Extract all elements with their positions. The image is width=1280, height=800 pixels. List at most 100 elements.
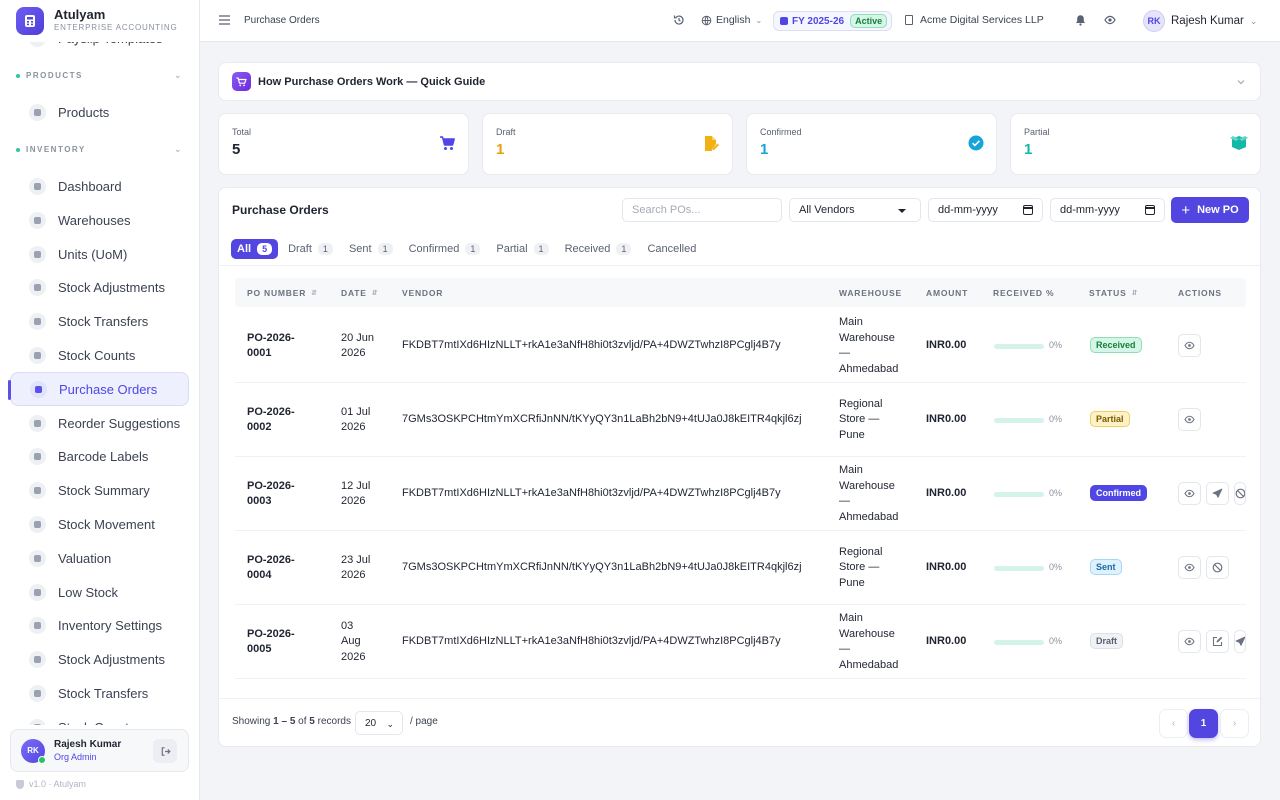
chart-icon <box>29 482 46 500</box>
shield-icon <box>16 779 24 789</box>
sidebar-item-purchase-orders[interactable]: Purchase Orders <box>8 372 189 407</box>
po-number-line: 0002 <box>247 421 272 433</box>
received-percent: 0% <box>1049 414 1063 424</box>
sort-icon: ⇵ <box>371 290 379 297</box>
warehouse-line: Store — <box>839 413 880 426</box>
action-cancel-button[interactable] <box>1234 482 1246 505</box>
plus-icon: + <box>1181 201 1191 219</box>
search-input[interactable]: Search POs... <box>622 198 782 222</box>
prev-page-button[interactable]: ‹ <box>1159 709 1188 738</box>
sidebar-item-stock-counts[interactable]: Stock Counts <box>10 710 189 725</box>
column-header-status[interactable]: STATUS ⇵ <box>1089 288 1138 298</box>
stat-value: 5 <box>232 141 241 158</box>
sidebar-item-stock-adjustments[interactable]: Stock Adjustments <box>10 643 189 677</box>
received-percent: 0% <box>1049 636 1063 646</box>
tab-all[interactable]: All 5 <box>231 239 279 259</box>
nav-section-products[interactable]: PRODUCTS ⌄ <box>0 56 199 96</box>
amount: INR0.00 <box>926 561 967 573</box>
tab-sent[interactable]: Sent 1 <box>343 239 399 259</box>
action-send-button[interactable] <box>1234 630 1246 653</box>
new-po-button[interactable]: + New PO <box>1171 197 1249 223</box>
quick-guide-panel[interactable]: How Purchase Orders Work — Quick Guide <box>218 62 1261 101</box>
sidebar-item-payslip-templates[interactable]: Payslip Templates <box>10 42 189 56</box>
sliders-icon <box>29 651 46 669</box>
next-page-button[interactable]: › <box>1220 709 1249 738</box>
sidebar-item-label: Stock Adjustments <box>58 280 165 296</box>
action-edit-button[interactable] <box>1206 630 1229 653</box>
globe-icon <box>701 15 712 25</box>
action-eye-button[interactable] <box>1178 334 1201 357</box>
table-row[interactable]: PO-2026- 0005 03 Aug 2026 FKDBT7mtIXd6HIzNLLT… <box>235 605 1246 679</box>
po-number-line: PO-2026- <box>247 331 295 344</box>
history-icon <box>673 15 684 25</box>
action-eye-button[interactable] <box>1178 408 1201 431</box>
fiscal-year-selector[interactable]: FY 2025-26 Active <box>773 11 893 31</box>
sidebar-item-stock-movement[interactable]: Stock Movement <box>10 508 189 542</box>
stat-card-partial: Partial 1 <box>1010 113 1261 175</box>
page-size-label: / page <box>410 716 438 727</box>
sidebar-item-products[interactable]: Products <box>10 96 189 130</box>
sidebar-item-stock-transfers[interactable]: Stock Transfers <box>10 677 189 711</box>
stat-card-confirmed: Confirmed 1 <box>746 113 997 175</box>
cycle-icon <box>29 515 46 533</box>
sidebar-item-stock-adjustments[interactable]: Stock Adjustments <box>10 271 189 305</box>
caret-down-icon <box>898 209 906 213</box>
preview-button[interactable] <box>1104 15 1116 25</box>
date-to-input[interactable]: dd-mm-yyyy <box>1050 198 1165 222</box>
action-cancel-button[interactable] <box>1206 556 1229 579</box>
column-header-date[interactable]: DATE ⇵ <box>341 288 378 298</box>
column-header-po-number[interactable]: PO NUMBER ⇵ <box>247 288 318 298</box>
po-number: PO-2026- 0002 <box>247 405 295 436</box>
sidebar-item-reorder-suggestions[interactable]: Reorder Suggestions <box>10 406 189 440</box>
column-label: WAREHOUSE <box>839 288 902 298</box>
date-from-input[interactable]: dd-mm-yyyy <box>928 198 1043 222</box>
tab-cancelled[interactable]: Cancelled <box>641 239 702 259</box>
company-selector[interactable]: Acme Digital Services LLP <box>905 14 1044 26</box>
new-po-label: New PO <box>1197 204 1239 216</box>
sidebar-item-valuation[interactable]: Valuation <box>10 541 189 575</box>
table-row[interactable]: PO-2026- 0002 01 Jul 2026 7GMs3OSKPCHtmYmXCR… <box>235 383 1246 457</box>
sidebar-item-dashboard[interactable]: Dashboard <box>10 170 189 204</box>
page-button-current[interactable]: 1 <box>1189 709 1218 738</box>
sidebar-item-stock-summary[interactable]: Stock Summary <box>10 474 189 508</box>
version-text: v1.0 · Atulyam <box>29 779 87 789</box>
menu-toggle-button[interactable] <box>219 15 230 25</box>
sidebar-item-barcode-labels[interactable]: Barcode Labels <box>10 440 189 474</box>
logout-icon <box>161 746 171 756</box>
sidebar-item-warehouses[interactable]: Warehouses <box>10 203 189 237</box>
tab-partial[interactable]: Partial 1 <box>490 239 554 259</box>
sidebar-nav[interactable]: Payslip Templates PRODUCTS ⌄ Products INVENT… <box>0 42 199 725</box>
action-eye-button[interactable] <box>1178 482 1201 505</box>
date-to-value: dd-mm-yyyy <box>1060 204 1120 216</box>
sidebar-item-stock-counts[interactable]: Stock Counts <box>10 339 189 373</box>
action-eye-button[interactable] <box>1178 556 1201 579</box>
status-badge: Partial <box>1090 411 1130 427</box>
tab-count: 1 <box>616 243 632 255</box>
tab-confirmed[interactable]: Confirmed 1 <box>403 239 487 259</box>
section-label: PRODUCTS <box>16 71 83 80</box>
sidebar-item-low-stock[interactable]: Low Stock <box>10 575 189 609</box>
calendar-icon <box>780 17 788 25</box>
sidebar-item-units-uom[interactable]: Units (UoM) <box>10 237 189 271</box>
table-row[interactable]: PO-2026- 0004 23 Jul 2026 7GMs3OSKPCHtmYmXCR… <box>235 531 1246 605</box>
tab-received[interactable]: Received 1 <box>559 239 638 259</box>
vendor-filter-select[interactable]: All Vendors <box>789 198 921 222</box>
user-card[interactable]: RK Rajesh Kumar Org Admin <box>10 729 189 772</box>
history-button[interactable] <box>673 14 685 26</box>
action-send-button[interactable] <box>1206 482 1229 505</box>
page-size-select[interactable]: 20 ⌄ <box>355 711 403 735</box>
table-row[interactable]: PO-2026- 0001 20 Jun 2026 FKDBT7mtIXd6HIzNLL… <box>235 309 1246 383</box>
warehouse-line: Store — <box>839 561 880 574</box>
table-row[interactable]: PO-2026- 0003 12 Jul 2026 FKDBT7mtIXd6HIzNLL… <box>235 457 1246 531</box>
logout-button[interactable] <box>153 739 177 763</box>
language-selector[interactable]: English ⌄ <box>701 14 762 26</box>
document-icon <box>30 380 47 398</box>
nav-section-inventory[interactable]: INVENTORY ⌄ <box>0 130 199 170</box>
tab-draft[interactable]: Draft 1 <box>282 239 339 259</box>
sidebar-item-stock-transfers[interactable]: Stock Transfers <box>10 305 189 339</box>
notifications-button[interactable] <box>1075 14 1086 26</box>
sidebar-item-inventory-settings[interactable]: Inventory Settings <box>10 609 189 643</box>
po-date: 20 Jun 2026 <box>341 331 374 362</box>
action-eye-button[interactable] <box>1178 630 1201 653</box>
user-menu[interactable]: RK Rajesh Kumar ⌄ <box>1143 10 1257 32</box>
